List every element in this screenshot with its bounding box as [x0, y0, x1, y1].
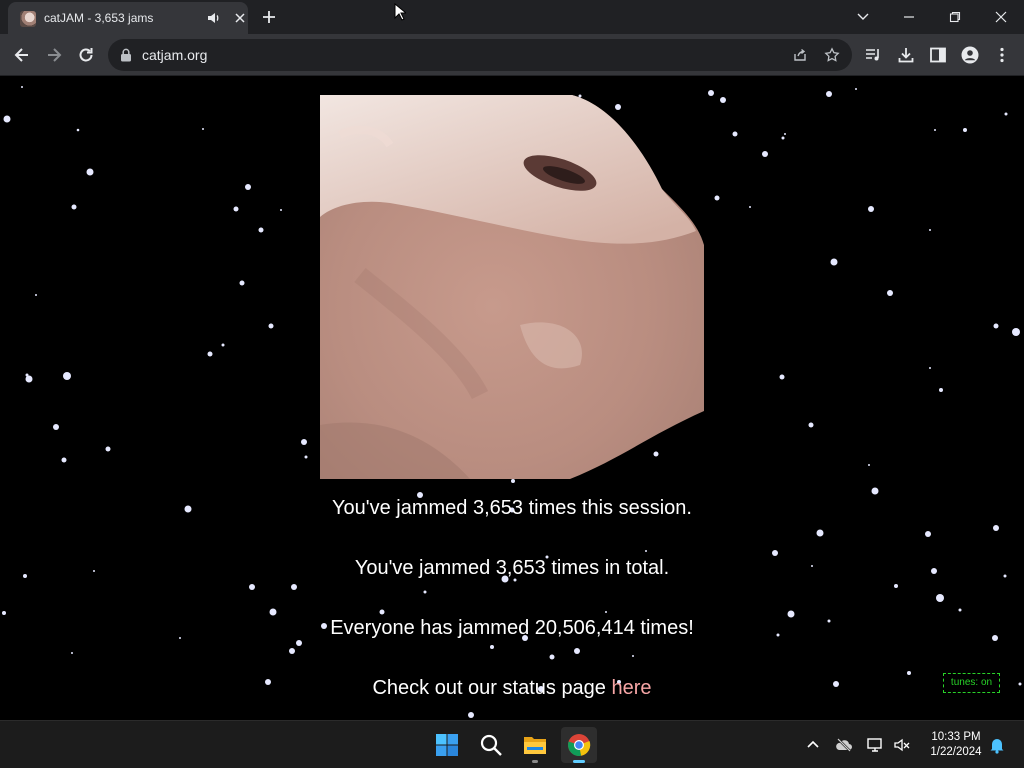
file-explorer-icon	[524, 737, 546, 754]
close-icon	[995, 11, 1007, 23]
browser-toolbar: catjam.org	[0, 34, 1024, 76]
status-page-line: Check out our status page here	[0, 677, 1024, 700]
volume-muted-icon[interactable]	[893, 736, 911, 754]
profile-avatar-icon[interactable]	[961, 46, 979, 64]
chrome-button[interactable]	[561, 727, 597, 763]
chevron-down-icon	[857, 13, 869, 20]
onedrive-offline-icon[interactable]	[835, 736, 853, 754]
address-bar[interactable]: catjam.org	[108, 39, 852, 71]
network-icon[interactable]	[866, 736, 884, 754]
running-indicator	[532, 760, 538, 763]
start-button[interactable]	[429, 727, 465, 763]
tab-strip: catJAM - 3,653 jams	[0, 0, 1024, 34]
total-jam-count: You've jammed 3,653 times in total.	[354, 557, 670, 579]
tunes-toggle-button[interactable]: tunes: on	[943, 673, 1000, 693]
reload-icon[interactable]	[76, 45, 96, 65]
global-jam-count: Everyone has jammed 20,506,414 times!	[330, 617, 694, 639]
share-icon[interactable]	[792, 47, 808, 63]
restore-icon	[949, 11, 961, 23]
active-indicator	[573, 760, 585, 763]
session-jam-count: You've jammed 3,653 times this session.	[332, 497, 692, 519]
download-icon[interactable]	[897, 46, 915, 64]
bookmark-star-icon[interactable]	[824, 47, 840, 63]
windows-taskbar: 10:33 PM 1/22/2024	[0, 720, 1024, 768]
close-window-button[interactable]	[978, 0, 1024, 34]
minimize-icon	[904, 16, 914, 18]
clock-date: 1/22/2024	[930, 746, 982, 758]
notification-bell-icon[interactable]	[988, 736, 1006, 754]
lock-icon[interactable]	[120, 48, 132, 62]
search-icon	[480, 734, 502, 756]
tab-close-icon[interactable]	[232, 10, 248, 26]
restore-button[interactable]	[932, 0, 978, 34]
status-page-link[interactable]: here	[612, 677, 652, 699]
new-tab-icon[interactable]	[260, 8, 278, 26]
url-text[interactable]: catjam.org	[142, 47, 207, 63]
tab-search-button[interactable]	[840, 0, 886, 34]
clock-time: 10:33 PM	[931, 731, 981, 743]
start-icon	[436, 734, 458, 756]
file-explorer-button[interactable]	[517, 727, 553, 763]
back-icon[interactable]	[12, 45, 32, 65]
chevron-up-icon[interactable]	[804, 736, 822, 754]
system-clock[interactable]: 10:33 PM 1/22/2024	[918, 730, 994, 760]
catjam-favicon-icon	[20, 11, 36, 27]
media-controls-icon[interactable]	[864, 46, 882, 64]
browser-tab[interactable]: catJAM - 3,653 jams	[8, 2, 248, 34]
status-page-text: Check out our status page	[372, 677, 612, 699]
search-button[interactable]	[473, 727, 509, 763]
page-content: You've jammed 3,653 times this session. …	[0, 77, 1024, 720]
mouse-cursor-icon	[394, 3, 406, 21]
tab-audio-icon[interactable]	[206, 10, 222, 26]
tab-title: catJAM - 3,653 jams	[44, 11, 154, 25]
forward-icon[interactable]	[44, 45, 64, 65]
catjam-animation-image[interactable]	[320, 95, 704, 479]
kebab-menu-icon[interactable]	[993, 46, 1011, 64]
minimize-button[interactable]	[886, 0, 932, 34]
side-panel-icon[interactable]	[929, 46, 947, 64]
chrome-icon	[568, 734, 591, 756]
